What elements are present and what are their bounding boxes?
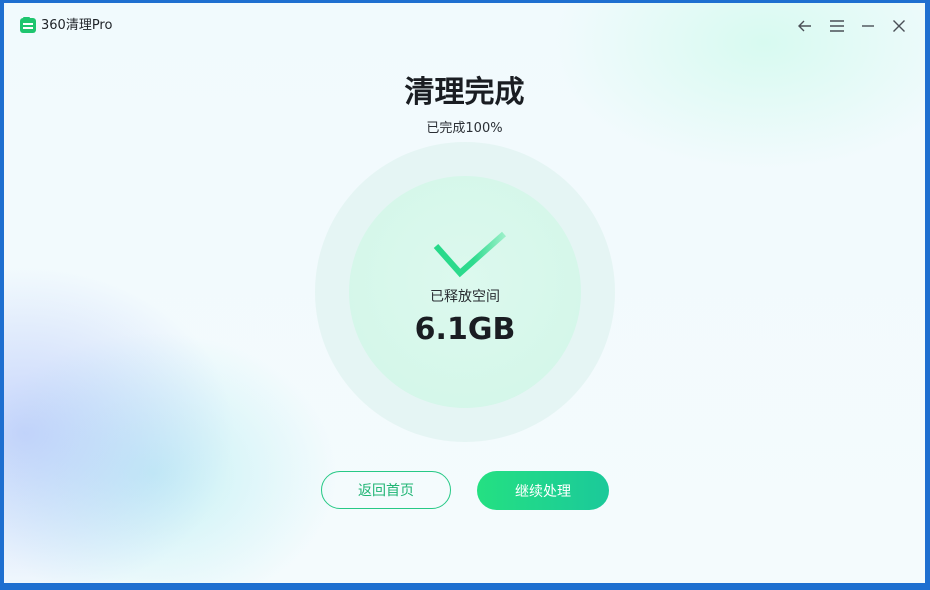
close-icon[interactable] (889, 16, 909, 36)
back-to-home-button[interactable]: 返回首页 (321, 471, 451, 509)
hamburger-menu-icon[interactable] (827, 16, 847, 36)
freed-space-value: 6.1GB (414, 312, 516, 347)
minimize-icon[interactable] (858, 16, 878, 36)
app-title: 360清理Pro (41, 18, 113, 33)
arrow-left-icon[interactable] (795, 16, 815, 36)
continue-button[interactable]: 继续处理 (477, 471, 609, 510)
freed-space-label: 已释放空间 (430, 289, 500, 305)
progress-text: 已完成100% (426, 121, 503, 136)
page-title: 清理完成 (404, 75, 525, 110)
app-window: 360清理Pro 清理完成 已完成100% 已释放空间 6.1GB 返回首页 继… (4, 3, 925, 583)
app-logo-icon (20, 17, 36, 33)
checkmark-icon (432, 231, 508, 281)
title-bar: 360清理Pro (4, 3, 925, 49)
